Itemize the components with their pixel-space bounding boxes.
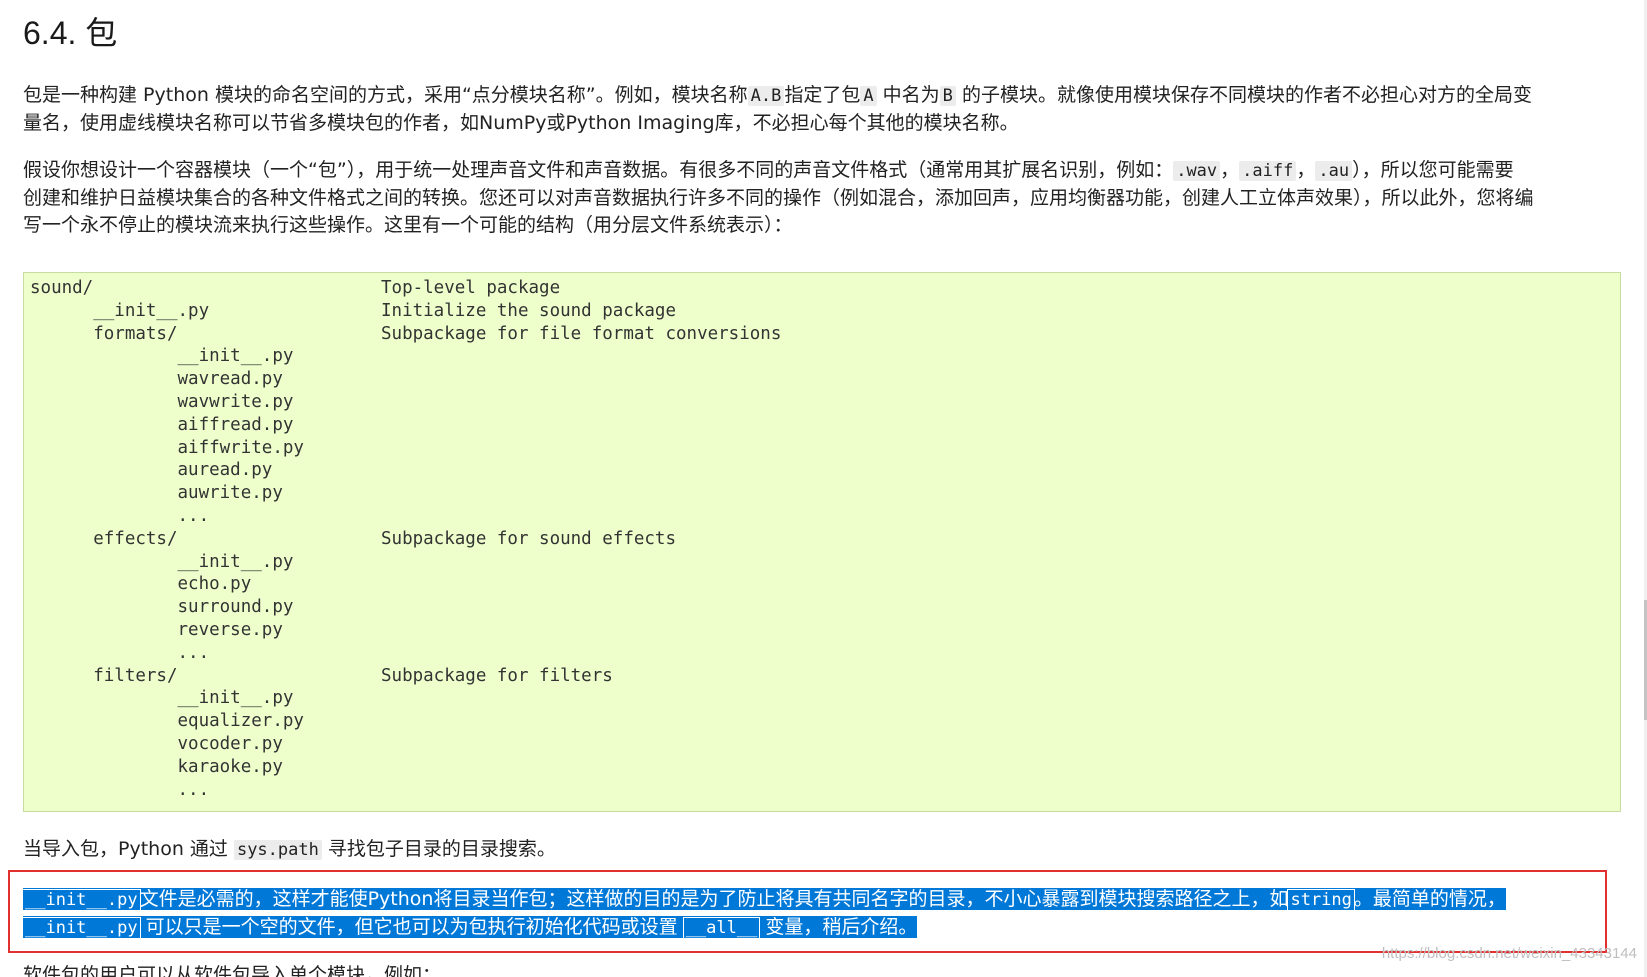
inline-code-init-2: __init__.py [22,917,141,939]
code-line: wavread.py [30,368,1614,391]
code-line: effects/Subpackage for sound effects [30,528,1614,551]
inline-code-ab: A.B [747,86,785,106]
code-path: vocoder.py [30,733,283,754]
code-description: Subpackage for filters [381,665,613,686]
code-path: aiffwrite.py [30,437,304,458]
code-path: aiffread.py [30,414,294,435]
code-path: ... [30,642,210,663]
code-path: wavread.py [30,369,283,390]
code-line: __init__.py [30,551,1614,574]
code-line: auread.py [30,459,1614,482]
inline-code-aiff: .aiff [1239,161,1297,181]
code-line: ... [30,779,1614,802]
inline-code-wav: .wav [1173,161,1221,181]
intro-line-2: 量名，使用虚线模块名称可以节省多模块包的作者，如NumPy或Python Ima… [23,112,1019,134]
code-line: ... [30,505,1614,528]
code-line: filters/Subpackage for filters [30,665,1614,688]
code-line: ... [30,642,1614,665]
design-line-2: 创建和维护日益模块集合的各种文件格式之间的转换。您还可以对声音数据执行许多不同的… [23,187,1534,209]
inline-code-string: string [1287,889,1355,911]
code-description: Subpackage for file format conversions [381,323,782,344]
code-line: formats/Subpackage for file format conve… [30,323,1614,346]
code-path: equalizer.py [30,711,304,732]
code-description: Initialize the sound package [381,300,677,321]
init-line-2[interactable]: __init__.py 可以只是一个空的文件，但它也可以为包执行初始化代码或设置… [22,914,1623,942]
code-path: auread.py [30,460,273,481]
code-path: ... [30,779,210,800]
code-path: __init__.py [30,300,210,321]
inline-code-b: B [939,86,956,106]
code-path: ... [30,505,210,526]
inline-code-a: A [860,86,877,106]
code-path: sound/ [30,278,94,298]
inline-code-init-1: __init__.py [22,889,141,911]
inline-code-all: __all__ [682,917,761,939]
watermark-text: https://blog.csdn.net/weixin_43343144 [1381,945,1637,962]
code-line: surround.py [30,596,1614,619]
init-paragraph-selected[interactable]: __init__.py 文件是必需的，这样才能使Python将目录当作包；这样做的… [22,886,1623,942]
code-line: aiffwrite.py [30,437,1614,460]
code-path: surround.py [30,597,294,618]
code-line: sound/Top-level package [30,277,1614,300]
code-path: reverse.py [30,619,283,640]
design-paragraph: 假设你想设计一个容器模块（一个“包”），用于统一处理声音文件和声音数据。有很多不… [23,157,1623,239]
next-paragraph: 软件包的用户可以从软件包导入单个模块，例如： [23,964,442,977]
code-line: __init__.py [30,345,1614,368]
code-path: auwrite.py [30,483,283,504]
code-path: wavwrite.py [30,391,294,412]
code-path: __init__.py [30,551,294,572]
code-line: echo.py [30,573,1614,596]
page-title: 6.4. 包 [23,15,118,51]
design-line-1: 假设你想设计一个容器模块（一个“包”），用于统一处理声音文件和声音数据。有很多不… [23,159,1514,181]
code-path: karaoke.py [30,756,283,777]
code-path: __init__.py [30,346,294,367]
code-path: filters/ [30,665,178,686]
code-line: aiffread.py [30,414,1614,437]
code-line: reverse.py [30,619,1614,642]
intro-line-1: 包是一种构建 Python 模块的命名空间的方式，采用“点分模块名称”。例如，模… [23,84,1532,106]
code-line: auwrite.py [30,482,1614,505]
code-description: Top-level package [381,278,561,298]
inline-code-au: .au [1315,161,1353,181]
code-block-package-structure: sound/Top-level package __init__.py Initi… [23,272,1621,812]
design-line-3: 写一个永不停止的模块流来执行这些操作。这里有一个可能的结构（用分层文件系统表示）… [23,214,793,236]
code-line: vocoder.py [30,733,1614,756]
code-description: Subpackage for sound effects [381,528,677,549]
code-path: formats/ [30,323,178,344]
code-line: equalizer.py [30,710,1614,733]
inline-code-sys-path: sys.path [233,840,322,860]
import-paragraph: 当导入包，Python 通过 sys.path 寻找包子目录的目录搜索。 [23,838,556,860]
code-line: wavwrite.py [30,391,1614,414]
intro-paragraph: 包是一种构建 Python 模块的命名空间的方式，采用“点分模块名称”。例如，模… [23,82,1623,137]
code-line: __init__.py [30,687,1614,710]
init-line-1[interactable]: __init__.py 文件是必需的，这样才能使Python将目录当作包；这样做的… [22,886,1623,914]
code-path: echo.py [30,574,252,595]
code-line: __init__.py Initialize the sound package [30,300,1614,323]
code-path: __init__.py [30,688,294,709]
code-path: effects/ [30,528,178,549]
code-line: karaoke.py [30,756,1614,779]
